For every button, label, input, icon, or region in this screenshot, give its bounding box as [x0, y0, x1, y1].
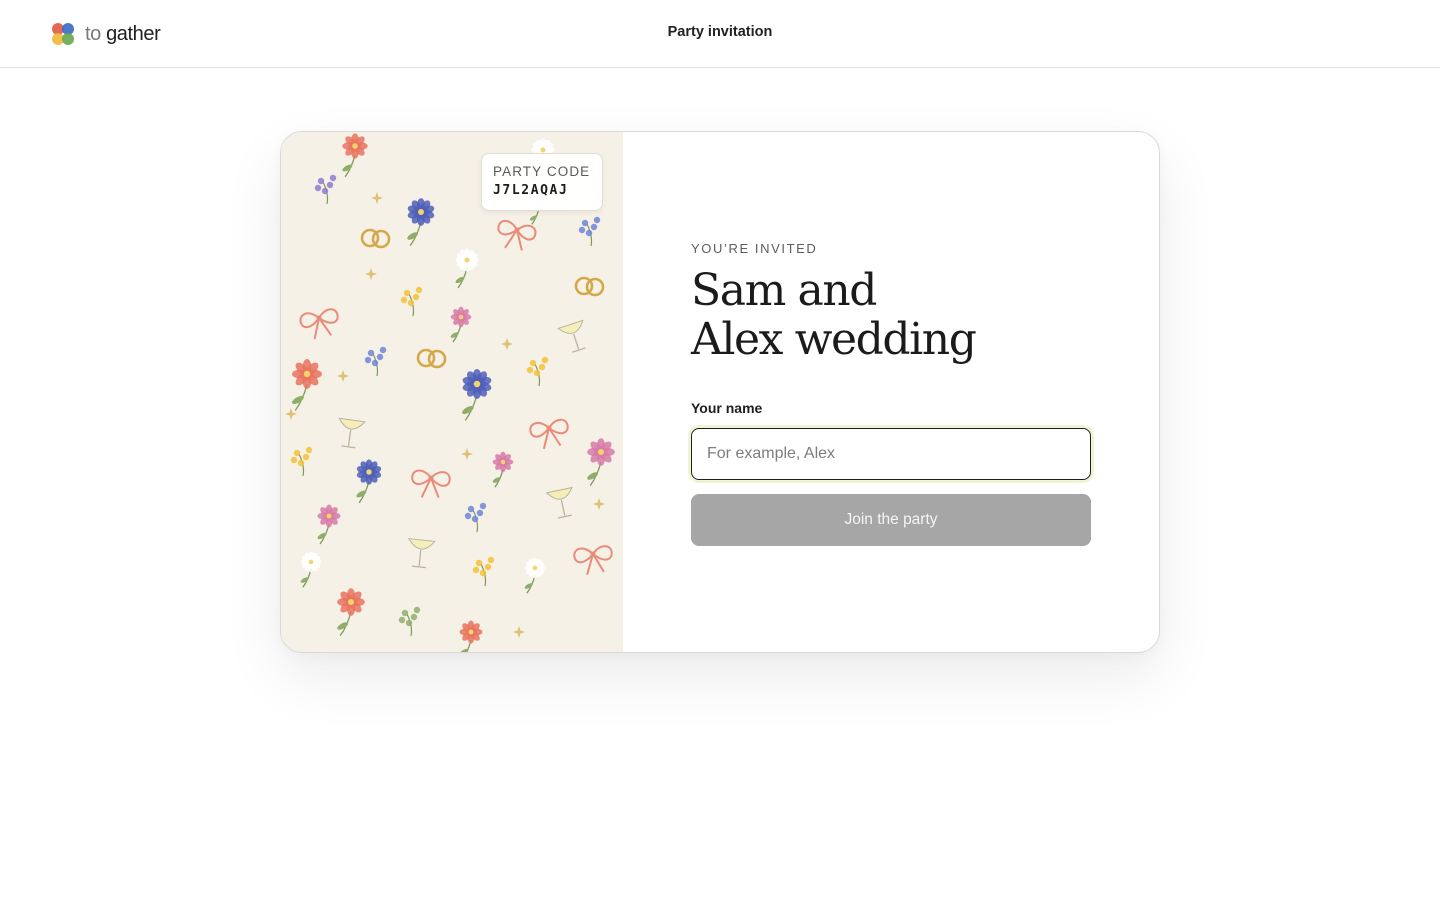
flower-icon	[292, 359, 322, 411]
bow-icon	[573, 545, 613, 575]
flower-sprig-icon	[526, 356, 549, 387]
invitation-card: PARTY CODE J7L2AQAJ YOU’RE INVITED Sam a…	[280, 131, 1160, 653]
sparkle-icon	[501, 338, 513, 350]
flower-icon	[337, 588, 365, 636]
flower-icon	[342, 133, 368, 178]
flower-icon	[524, 557, 546, 594]
join-form: YOU’RE INVITED Sam and Alex wedding Your…	[691, 132, 1111, 652]
champagne-glass-icon	[407, 538, 436, 569]
champagne-glass-icon	[557, 319, 586, 353]
flower-icon	[459, 620, 483, 652]
flower-icon	[587, 438, 615, 486]
sparkle-icon	[461, 448, 473, 460]
floral-artwork: PARTY CODE J7L2AQAJ	[281, 132, 623, 652]
name-input[interactable]	[691, 428, 1091, 480]
sparkle-icon	[513, 626, 525, 638]
party-code-badge: PARTY CODE J7L2AQAJ	[481, 153, 603, 211]
rings-icon	[416, 348, 447, 369]
bow-icon	[529, 418, 569, 450]
flower-sprig-icon	[464, 502, 487, 533]
flower-icon	[356, 459, 382, 504]
bow-icon	[299, 308, 339, 340]
flower-sprig-icon	[400, 286, 423, 317]
bow-icon	[497, 219, 537, 251]
flower-icon	[462, 369, 492, 421]
name-field-label: Your name	[691, 400, 763, 416]
flower-sprig-icon	[578, 216, 601, 247]
top-bar: to gather Party invitation	[0, 0, 1440, 68]
page-title: Party invitation	[667, 24, 773, 40]
bow-icon	[411, 469, 451, 498]
invited-eyebrow: YOU’RE INVITED	[691, 241, 818, 256]
flower-sprig-icon	[472, 556, 495, 587]
champagne-glass-icon	[545, 486, 573, 519]
flower-icon	[455, 248, 479, 289]
sparkle-icon	[371, 192, 383, 204]
event-title: Sam and Alex wedding	[691, 266, 1111, 364]
sparkle-icon	[337, 370, 349, 382]
flower-icon	[317, 504, 341, 545]
flower-sprig-icon	[290, 446, 313, 477]
sparkle-icon	[365, 268, 377, 280]
flower-icon	[407, 198, 435, 246]
flower-sprig-icon	[364, 346, 387, 377]
rings-icon	[574, 276, 605, 297]
event-title-line-1: Sam and	[691, 265, 877, 316]
flower-icon	[300, 551, 322, 588]
join-party-button[interactable]: Join the party	[691, 494, 1091, 546]
event-title-line-2: Alex wedding	[691, 314, 977, 365]
sparkle-icon	[593, 498, 605, 510]
champagne-glass-icon	[338, 417, 367, 449]
rings-icon	[360, 228, 391, 249]
party-code-value: J7L2AQAJ	[493, 183, 569, 198]
flower-icon	[492, 451, 514, 488]
flower-icon	[450, 306, 472, 343]
party-code-label: PARTY CODE	[493, 164, 591, 179]
flower-sprig-icon	[314, 174, 337, 205]
flower-sprig-icon	[398, 606, 421, 637]
